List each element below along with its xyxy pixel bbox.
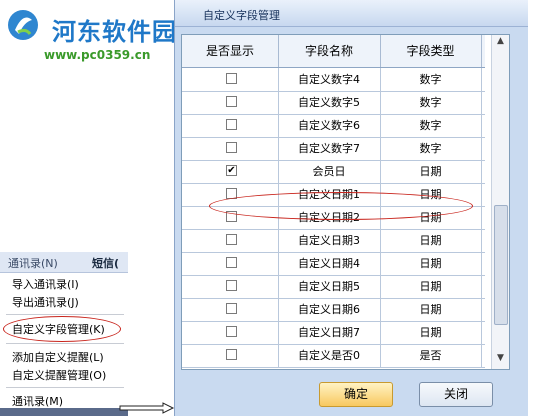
vertical-scrollbar[interactable]: ▲ ▼ <box>491 35 509 369</box>
field-type-cell: 日期 <box>380 160 482 183</box>
visible-cell <box>182 298 279 321</box>
visible-cell <box>182 137 279 160</box>
field-type-cell: 日期 <box>380 321 482 344</box>
dialog-title-bar[interactable]: 自定义字段管理 <box>175 0 528 27</box>
visible-cell <box>182 252 279 275</box>
field-name-cell: 自定义日期4 <box>278 252 381 275</box>
menu-bar-contacts[interactable]: 通讯录(N) <box>8 255 58 271</box>
checkbox[interactable] <box>226 96 237 107</box>
field-name-cell: 自定义日期5 <box>278 275 381 298</box>
menu-item-export-contacts[interactable]: 导出通讯录(J) <box>12 294 79 310</box>
table-row[interactable]: 自定义日期5 日期 <box>182 275 485 299</box>
field-table: 是否显示 字段名称 字段类型 自定义数字4 数字 自定义数字5 数字 自定义数字6 数字自… <box>181 34 510 370</box>
field-name-cell: 自定义是否0 <box>278 344 381 367</box>
scrollbar-thumb[interactable] <box>494 205 508 325</box>
menu-item-import-contacts[interactable]: 导入通讯录(I) <box>12 276 79 292</box>
table-row[interactable]: ✔ 会员日 日期 <box>182 160 485 184</box>
checkbox[interactable] <box>226 119 237 130</box>
table-row[interactable]: 自定义数字5 数字 <box>182 91 485 115</box>
menu-bottom-bar <box>0 408 128 416</box>
dialog-title: 自定义字段管理 <box>203 9 280 22</box>
field-type-cell: 日期 <box>380 298 482 321</box>
field-name-cell: 会员日 <box>278 160 381 183</box>
table-row[interactable]: 自定义日期3 日期 <box>182 229 485 253</box>
checkbox[interactable] <box>226 303 237 314</box>
field-type-cell: 数字 <box>380 91 482 114</box>
column-header-visible[interactable]: 是否显示 <box>182 35 279 67</box>
field-type-cell: 数字 <box>380 68 482 91</box>
checkbox[interactable] <box>226 257 237 268</box>
menu-bar-sms[interactable]: 短信( <box>92 255 119 271</box>
column-header-field-name[interactable]: 字段名称 <box>278 35 381 67</box>
field-name-cell: 自定义日期6 <box>278 298 381 321</box>
checkbox[interactable] <box>226 280 237 291</box>
close-button[interactable]: 关闭 <box>419 382 493 407</box>
scroll-down-icon[interactable]: ▼ <box>494 353 507 368</box>
field-type-cell: 数字 <box>380 137 482 160</box>
field-name-cell: 自定义数字6 <box>278 114 381 137</box>
field-name-cell: 自定义日期3 <box>278 229 381 252</box>
checkbox[interactable] <box>226 326 237 337</box>
row-highlight-ellipse <box>209 192 473 220</box>
watermark-url: www.pc0359.cn <box>44 48 151 62</box>
menu-separator <box>6 387 124 388</box>
column-header-field-type[interactable]: 字段类型 <box>380 35 482 67</box>
visible-cell: ✔ <box>182 160 279 183</box>
field-type-cell: 日期 <box>380 275 482 298</box>
checkbox[interactable] <box>226 234 237 245</box>
menu-highlight-ellipse <box>3 316 121 342</box>
custom-field-dialog: 自定义字段管理 是否显示 字段名称 字段类型 自定义数字4 数字 自定义数字5 数字自… <box>174 0 528 416</box>
visible-cell <box>182 68 279 91</box>
menu-item-add-reminder[interactable]: 添加自定义提醒(L) <box>12 349 104 365</box>
field-name-cell: 自定义日期7 <box>278 321 381 344</box>
menu-separator <box>6 343 124 344</box>
checkbox-checked[interactable]: ✔ <box>226 165 237 176</box>
visible-cell <box>182 91 279 114</box>
watermark-name: 河东软件园 <box>52 18 177 46</box>
visible-cell <box>182 275 279 298</box>
checkbox[interactable] <box>226 73 237 84</box>
field-type-cell: 是否 <box>380 344 482 367</box>
menu-bar: 通讯录(N) 短信( <box>0 252 128 273</box>
site-logo-icon <box>8 10 38 40</box>
table-row[interactable]: 自定义数字6 数字 <box>182 114 485 138</box>
table-row[interactable]: 自定义日期4 日期 <box>182 252 485 276</box>
menu-item-manage-reminder[interactable]: 自定义提醒管理(O) <box>12 367 106 383</box>
field-type-cell: 日期 <box>380 252 482 275</box>
field-name-cell: 自定义数字7 <box>278 137 381 160</box>
ok-button[interactable]: 确定 <box>319 382 393 407</box>
table-row[interactable]: 自定义数字7 数字 <box>182 137 485 161</box>
menu-item-contacts[interactable]: 通讯录(M) <box>12 393 63 409</box>
arrow-right-icon <box>119 402 175 414</box>
checkbox[interactable] <box>226 349 237 360</box>
field-name-cell: 自定义数字5 <box>278 91 381 114</box>
table-row[interactable]: 自定义日期6 日期 <box>182 298 485 322</box>
checkbox[interactable] <box>226 142 237 153</box>
scroll-up-icon[interactable]: ▲ <box>494 36 507 51</box>
watermark: 河东软件园 www.pc0359.cn <box>0 0 200 70</box>
menu-separator <box>6 314 124 315</box>
field-name-cell: 自定义数字4 <box>278 68 381 91</box>
visible-cell <box>182 344 279 367</box>
table-row[interactable]: 自定义数字4 数字 <box>182 68 485 92</box>
field-type-cell: 数字 <box>380 114 482 137</box>
table-header: 是否显示 字段名称 字段类型 <box>182 35 485 68</box>
visible-cell <box>182 321 279 344</box>
visible-cell <box>182 229 279 252</box>
visible-cell <box>182 114 279 137</box>
field-type-cell: 日期 <box>380 229 482 252</box>
table-row[interactable]: 自定义是否0 是否 <box>182 344 485 368</box>
table-row[interactable]: 自定义日期7 日期 <box>182 321 485 345</box>
